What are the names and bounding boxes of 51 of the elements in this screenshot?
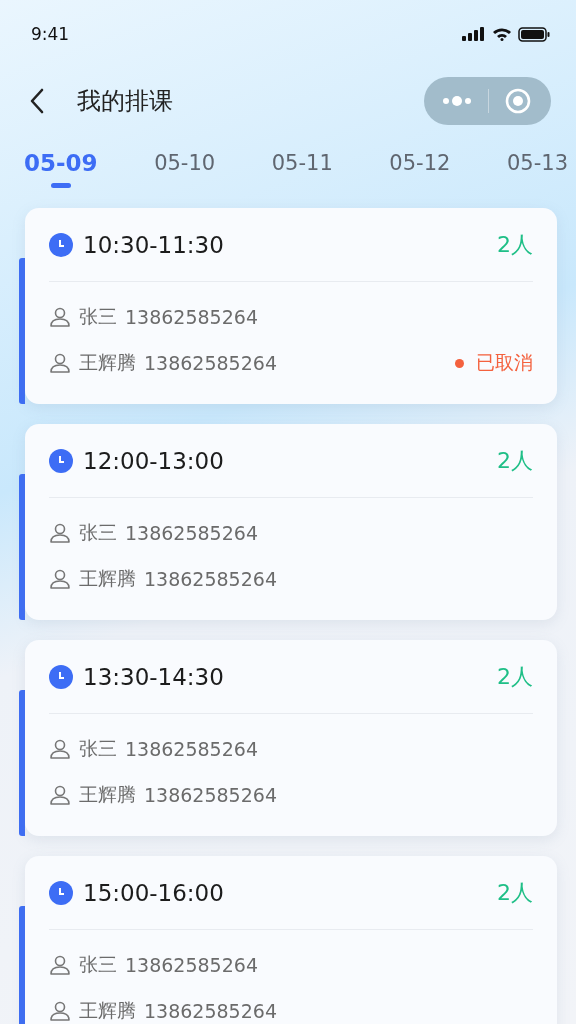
signal-icon bbox=[462, 27, 486, 41]
wifi-icon bbox=[492, 27, 512, 41]
back-icon[interactable] bbox=[29, 88, 45, 114]
phone-number: 13862585264 bbox=[144, 352, 278, 374]
person-name: 张三 bbox=[79, 952, 117, 977]
attendee-count: 2人 bbox=[497, 230, 533, 259]
date-tab[interactable]: 05-10 bbox=[154, 144, 216, 190]
phone-number: 13862585264 bbox=[125, 954, 259, 976]
phone-number: 13862585264 bbox=[144, 1000, 278, 1022]
person-name: 王辉腾 bbox=[79, 350, 136, 375]
person-icon bbox=[49, 352, 71, 374]
person-name: 王辉腾 bbox=[79, 566, 136, 591]
date-tab[interactable]: 05-12 bbox=[389, 144, 451, 190]
clock-icon bbox=[49, 448, 73, 473]
phone-number: 13862585264 bbox=[125, 738, 259, 760]
date-tab[interactable]: 05-11 bbox=[271, 144, 333, 190]
attendee-count: 2人 bbox=[497, 662, 533, 691]
date-tab[interactable]: 05-09 bbox=[24, 144, 98, 190]
clock-icon bbox=[49, 880, 73, 905]
phone-number: 13862585264 bbox=[144, 568, 278, 590]
person-icon bbox=[49, 738, 71, 760]
phone-number: 13862585264 bbox=[144, 784, 278, 806]
page-title: 我的排课 bbox=[77, 86, 174, 117]
session-time: 10:30-11:30 bbox=[83, 231, 225, 258]
session-time: 12:00-13:00 bbox=[83, 447, 225, 474]
session-time: 13:30-14:30 bbox=[83, 663, 225, 690]
status-time: 9:41 bbox=[31, 24, 70, 44]
person-icon bbox=[49, 306, 71, 328]
attendee-count: 2人 bbox=[497, 446, 533, 475]
phone-number: 13862585264 bbox=[125, 306, 259, 328]
person-name: 张三 bbox=[79, 736, 117, 761]
person-name: 张三 bbox=[79, 304, 117, 329]
person-icon bbox=[49, 522, 71, 544]
person-icon bbox=[49, 784, 71, 806]
person-name: 王辉腾 bbox=[79, 998, 136, 1023]
battery-icon bbox=[518, 26, 550, 42]
person-name: 张三 bbox=[79, 520, 117, 545]
clock-icon bbox=[49, 664, 73, 689]
person-icon bbox=[49, 954, 71, 976]
more-icon[interactable] bbox=[442, 95, 472, 107]
status-label: 已取消 bbox=[476, 350, 533, 375]
attendee-count: 2人 bbox=[497, 878, 533, 907]
session-time: 15:00-16:00 bbox=[83, 879, 225, 906]
person-icon bbox=[49, 568, 71, 590]
phone-number: 13862585264 bbox=[125, 522, 259, 544]
status-dot bbox=[455, 358, 464, 368]
close-icon[interactable] bbox=[505, 88, 531, 114]
person-icon bbox=[49, 1000, 71, 1022]
clock-icon bbox=[49, 232, 73, 257]
date-tab[interactable]: 05-13 bbox=[506, 144, 568, 190]
person-name: 王辉腾 bbox=[79, 782, 136, 807]
